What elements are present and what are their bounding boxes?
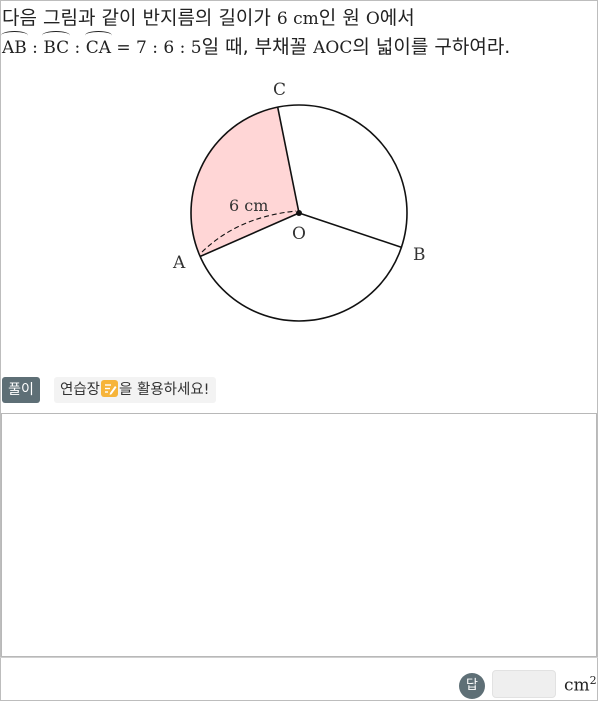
solution-badge: 풀이	[2, 377, 40, 403]
circle-sector-figure: C A B O 6 cm	[172, 80, 426, 322]
arc-ca-label: CA	[84, 31, 113, 62]
question-text-part: 인 원	[318, 7, 366, 29]
ratio-separator: :	[26, 38, 44, 58]
question-line-2: AB : BC : CA = 7 : 6 : 5일 때, 부채꼴 AOC의 넓이…	[1, 31, 511, 62]
ratio-separator: :	[69, 38, 86, 58]
center-point	[296, 210, 302, 216]
hint-text: 을 활용하세요!	[119, 382, 210, 398]
center-label: O	[365, 9, 380, 29]
question-text-part: 의 넓이를 구하여라.	[352, 36, 511, 58]
divider	[0, 657, 598, 658]
question-text-part: 일 때, 부채꼴	[201, 36, 314, 58]
scratchpad-pencil-icon[interactable]	[101, 380, 119, 397]
radius-label: 6 cm	[229, 196, 268, 215]
question-line-1: 다음 그림과 같이 반지름의 길이가 6 cm인 원 O에서	[2, 4, 510, 33]
label-b: B	[413, 245, 426, 265]
ratio-values: = 7 : 6 : 5	[111, 38, 202, 58]
label-c: C	[273, 80, 286, 100]
question-text-part: 다음 그림과 같이 반지름의 길이가	[2, 7, 277, 29]
unit-exponent: 2	[589, 674, 597, 687]
arc-bc-label: BC	[42, 31, 70, 62]
question-text-part: 에서	[379, 7, 415, 29]
radius-value: 6 cm	[276, 9, 319, 29]
answer-unit: cm2	[564, 674, 597, 696]
answer-badge: 답	[459, 673, 485, 699]
radius-ob	[298, 212, 403, 249]
question-text: 다음 그림과 같이 반지름의 길이가 6 cm인 원 O에서 AB : BC :…	[1, 4, 511, 62]
label-o: O	[292, 224, 306, 244]
solution-work-area[interactable]	[1, 413, 597, 657]
answer-input[interactable]	[492, 670, 556, 698]
arc-ab-label: AB	[1, 31, 28, 62]
label-a: A	[172, 253, 186, 273]
hint-text: 연습장	[60, 382, 101, 398]
scratchpad-hint: 연습장 을 활용하세요!	[54, 377, 216, 403]
sector-name: AOC	[313, 38, 353, 58]
unit-text: cm	[564, 675, 590, 696]
